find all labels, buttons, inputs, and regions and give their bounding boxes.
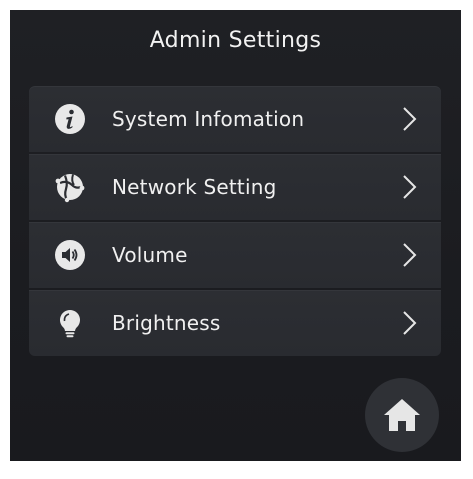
menu-item-label: System Infomation [112,107,305,131]
menu-item-label: Brightness [112,311,221,335]
chevron-right-icon [403,175,417,199]
admin-settings-screen: Admin Settings System Infomation Network… [10,10,461,461]
home-icon [384,399,420,431]
menu-item-volume[interactable]: Volume [29,222,441,288]
volume-icon [53,238,87,272]
menu-item-label: Network Setting [112,175,277,199]
settings-menu: System Infomation Network Setting Volume… [29,86,441,358]
network-icon [53,170,87,204]
info-icon [53,102,87,136]
chevron-right-icon [403,311,417,335]
menu-item-network-setting[interactable]: Network Setting [29,154,441,220]
chevron-right-icon [403,107,417,131]
lightbulb-icon [53,306,87,340]
page-title: Admin Settings [149,28,322,53]
menu-item-label: Volume [112,243,188,267]
menu-item-brightness[interactable]: Brightness [29,290,441,356]
menu-item-system-information[interactable]: System Infomation [29,86,441,152]
home-button[interactable] [365,378,439,452]
chevron-right-icon [403,243,417,267]
